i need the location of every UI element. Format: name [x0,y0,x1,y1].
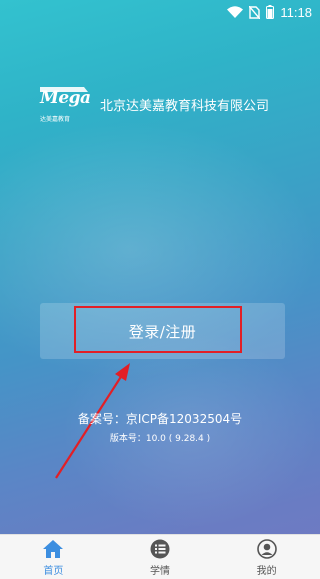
tab-home[interactable]: 首页 [0,535,107,579]
battery-icon [266,5,275,19]
mega-logo: Mega 达美嘉教育 [38,84,91,124]
tab-label: 我的 [256,565,277,577]
version-text: 版本号：10.0 ( 9.28.4 ) [109,434,211,444]
tab-label: 学情 [150,565,170,577]
bottom-tab-bar: 首页 学情 我的 [0,534,320,579]
list-icon [149,538,171,560]
home-icon [42,538,64,560]
brand-header: Mega 达美嘉教育 北京达美嘉教育科技有限公司 [38,84,269,124]
status-time: 11:18 [280,4,312,20]
login-register-button[interactable]: 登录/注册 [40,303,285,359]
login-register-label: 登录/注册 [128,322,197,341]
status-bar: 11:18 [0,0,320,24]
background-glow [60,330,320,530]
icp-record-text: 备案号：京ICP备12032504号 [77,412,243,426]
sim-off-icon [249,5,261,19]
profile-icon [256,538,278,560]
company-name: 北京达美嘉教育科技有限公司 [100,98,270,114]
logo-text: Mega [40,88,91,108]
logo-subtext: 达美嘉教育 [40,116,71,123]
tab-label: 首页 [43,565,64,577]
tab-profile[interactable]: 我的 [213,535,320,579]
tab-study[interactable]: 学情 [107,535,214,579]
wifi-icon [227,6,244,18]
app-screen: 11:18 Mega 达美嘉教育 北京达美嘉教育科技有限公司 登录/注册 备案号… [0,0,320,579]
